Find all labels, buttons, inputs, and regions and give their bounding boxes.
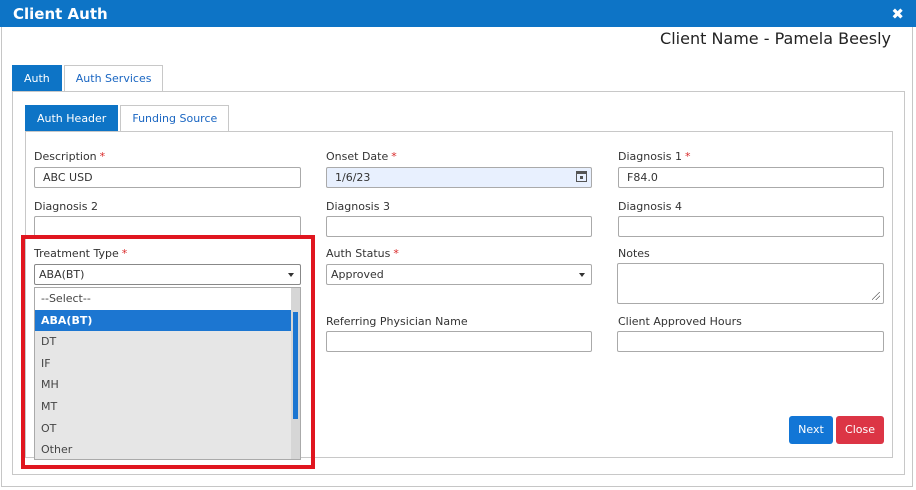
outer-tab-bar: Auth Auth Services [12, 65, 165, 91]
required-marker: * [121, 247, 128, 260]
tab-auth[interactable]: Auth [12, 65, 62, 91]
diagnosis1-label: Diagnosis 1 * [618, 150, 691, 163]
option-aba-bt[interactable]: ABA(BT) [35, 309, 291, 332]
option-select-placeholder[interactable]: --Select-- [35, 288, 291, 310]
auth-status-label: Auth Status * [326, 247, 399, 260]
description-label: Description * [34, 150, 106, 163]
diagnosis3-label: Diagnosis 3 [326, 200, 390, 213]
treatment-type-value: ABA(BT) [39, 268, 85, 281]
notes-textarea[interactable] [617, 263, 884, 304]
tab-auth-services[interactable]: Auth Services [63, 65, 164, 91]
option-other[interactable]: Other [35, 439, 291, 459]
required-marker: * [393, 247, 399, 260]
chevron-down-icon [288, 273, 294, 277]
close-button[interactable]: Close [836, 416, 884, 444]
required-marker: * [684, 150, 691, 163]
onset-date-label: Onset Date * [326, 150, 397, 163]
treatment-options-list: --Select-- ABA(BT) DT IF MH MT OT Other [35, 288, 291, 459]
inner-tab-bar: Auth Header Funding Source [25, 105, 231, 131]
tab-auth-header[interactable]: Auth Header [25, 105, 119, 131]
option-if[interactable]: IF [35, 352, 291, 375]
referring-physician-label: Referring Physician Name [326, 315, 468, 328]
required-marker: * [99, 150, 106, 163]
diagnosis4-label: Diagnosis 4 [618, 200, 682, 213]
option-dt[interactable]: DT [35, 331, 291, 353]
diagnosis3-field[interactable] [326, 216, 592, 237]
referring-physician-field[interactable] [326, 331, 592, 352]
option-ot[interactable]: OT [35, 417, 291, 440]
required-marker: * [391, 150, 397, 163]
description-field[interactable]: ABC USD [34, 167, 301, 188]
diagnosis4-field[interactable] [618, 216, 884, 237]
diagnosis1-field[interactable]: F84.0 [618, 167, 884, 188]
diagnosis2-label: Diagnosis 2 [34, 200, 98, 213]
treatment-type-label: Treatment Type * [34, 247, 128, 260]
close-icon[interactable]: ✖ [891, 5, 904, 23]
next-button[interactable]: Next [789, 416, 833, 444]
treatment-type-dropdown[interactable]: --Select-- ABA(BT) DT IF MH MT OT Other [34, 287, 301, 460]
scrollbar-thumb[interactable] [293, 312, 298, 419]
option-mh[interactable]: MH [35, 374, 291, 396]
tab-funding-source[interactable]: Funding Source [120, 105, 230, 131]
notes-label: Notes [618, 247, 650, 260]
calendar-icon[interactable] [576, 171, 587, 182]
client-name: Client Name - Pamela Beesly [660, 29, 891, 48]
auth-status-select[interactable]: Approved [326, 264, 592, 285]
auth-status-value: Approved [331, 268, 384, 281]
dialog-title: Client Auth [13, 5, 108, 23]
diagnosis2-field[interactable] [34, 216, 301, 237]
treatment-type-select[interactable]: ABA(BT) [34, 264, 301, 285]
client-approved-hours-label: Client Approved Hours [618, 315, 742, 328]
chevron-down-icon [579, 273, 585, 277]
onset-date-field[interactable]: 1/6/23 [326, 167, 592, 188]
dropdown-scrollbar[interactable] [291, 288, 300, 459]
client-approved-hours-field[interactable] [617, 331, 884, 352]
dialog-titlebar: Client Auth ✖ [0, 0, 916, 27]
resize-handle-icon[interactable] [872, 292, 880, 300]
option-mt[interactable]: MT [35, 395, 291, 418]
onset-date-value: 1/6/23 [335, 171, 371, 184]
